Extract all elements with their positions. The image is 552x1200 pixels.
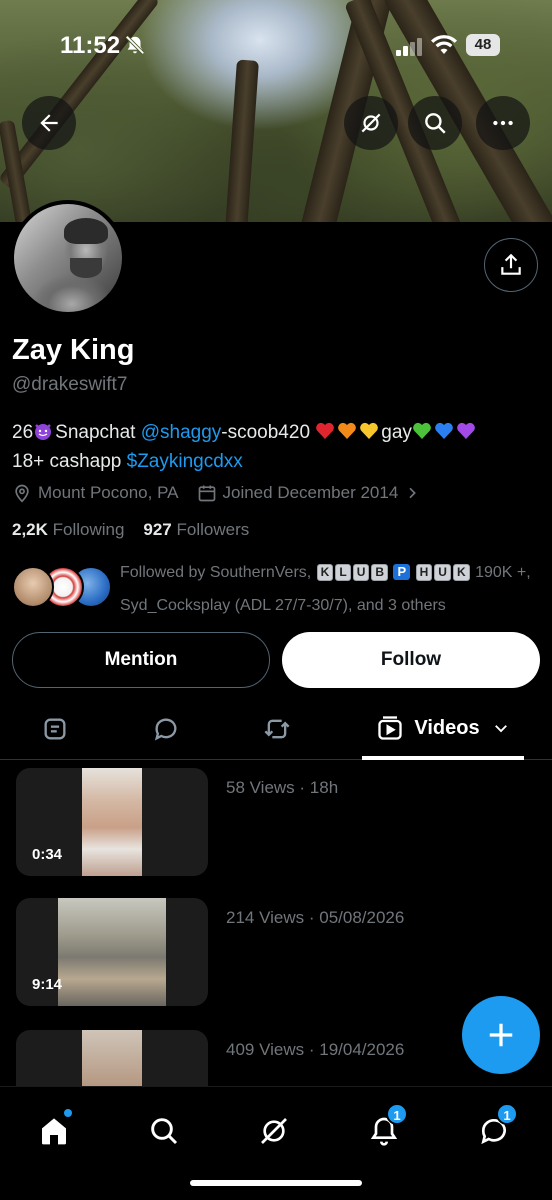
followers-label: Followers <box>176 520 250 539</box>
share-icon <box>501 253 521 275</box>
grok-icon <box>261 1118 287 1144</box>
grok-button[interactable] <box>344 96 398 150</box>
tab-posts[interactable] <box>25 700 85 758</box>
cellular-signal-icon <box>396 38 422 56</box>
red-heart-emoji-icon <box>316 422 335 439</box>
smiling-devil-emoji-icon <box>35 424 52 440</box>
follower-avatar <box>12 566 54 608</box>
p-letter: P <box>393 564 411 580</box>
nav-notifications[interactable]: 1 <box>354 1101 414 1161</box>
bio-gay: gay <box>381 422 412 443</box>
search-icon <box>425 113 446 134</box>
profile-joined-date[interactable]: Joined December 2014 <box>223 483 399 503</box>
followed-by-avatars[interactable] <box>12 566 112 610</box>
huk-letter: U <box>434 564 451 581</box>
share-button[interactable] <box>484 238 538 292</box>
video-meta: 214 Views · 05/08/2026 <box>226 908 405 927</box>
battery-indicator: 48 <box>466 34 500 56</box>
bio-snapchat-mention-link[interactable]: @shaggy <box>141 422 222 443</box>
green-heart-emoji-icon <box>413 422 431 439</box>
blue-heart-emoji-icon <box>435 422 453 439</box>
chevron-right-icon <box>409 487 417 499</box>
location-pin-icon <box>15 484 29 503</box>
nav-home[interactable] <box>24 1101 84 1161</box>
klub-letter: L <box>335 564 351 581</box>
video-list-item[interactable]: 9:14 214 Views · 05/08/2026 <box>16 898 536 1008</box>
following-count: 2,2K <box>12 520 48 539</box>
following-link[interactable]: 2,2K Following <box>12 520 124 539</box>
nav-grok[interactable] <box>244 1101 304 1161</box>
bio-cashapp-label: 18+ cashapp <box>12 451 122 472</box>
huk-letter: K <box>452 564 470 581</box>
yellow-heart-emoji-icon <box>360 422 379 439</box>
followed-by-prefix: Followed by SouthernVers, <box>120 564 312 581</box>
tab-videos-label: Videos <box>414 716 480 739</box>
nav-messages[interactable]: 1 <box>464 1101 524 1161</box>
profile-tabs: Videos <box>0 700 552 760</box>
status-bar: 11:52 48 <box>0 0 552 90</box>
profile-location: Mount Pocono, PA <box>38 483 179 502</box>
klub-letter: U <box>352 564 370 581</box>
more-options-button[interactable] <box>476 96 530 150</box>
home-notification-dot <box>64 1109 72 1117</box>
wifi-icon <box>431 35 457 54</box>
followers-count: 927 <box>143 520 172 539</box>
video-thumbnail[interactable]: 0:34 <box>16 768 208 876</box>
bio-snapchat-rest: -scoob420 <box>221 422 311 443</box>
messages-badge: 1 <box>496 1103 518 1125</box>
klub-letter: B <box>371 564 389 581</box>
repost-icon <box>264 719 290 739</box>
mention-button[interactable]: Mention <box>12 632 270 688</box>
following-label: Following <box>52 520 125 539</box>
video-thumbnail[interactable]: 9:14 <box>16 898 208 1006</box>
home-indicator <box>190 1180 362 1186</box>
video-meta: 409 Views · 19/04/2026 <box>226 1040 405 1059</box>
nav-search[interactable] <box>134 1101 194 1161</box>
video-duration: 0:34 <box>32 846 63 863</box>
profile-handle: @drakeswift7 <box>12 374 128 395</box>
orange-heart-emoji-icon <box>338 422 357 439</box>
video-icon <box>378 716 403 740</box>
compose-button[interactable] <box>462 996 540 1074</box>
profile-meta: Mount Pocono, PA Joined December 2014 <box>12 480 426 506</box>
notifications-badge: 1 <box>386 1103 408 1125</box>
arrow-left-icon <box>40 114 58 132</box>
back-button[interactable] <box>22 96 76 150</box>
profile-bio: 26 Snapchat @shaggy-scoob420 gay 18+ cash… <box>12 418 542 476</box>
bio-snapchat-label: Snapchat <box>55 422 136 443</box>
bell-slash-icon <box>125 35 145 55</box>
more-horizontal-icon <box>493 120 513 126</box>
home-icon <box>42 1118 66 1145</box>
followed-by-line2: Syd_Cocksplay (ADL 27/7-30/7), and 3 oth… <box>120 597 446 614</box>
followers-link[interactable]: 927 Followers <box>143 520 249 539</box>
video-meta: 58 Views · 18h <box>226 778 339 797</box>
klub-letter: K <box>316 564 334 581</box>
followed-by-suffix: 190K +, <box>475 564 531 581</box>
reply-bubble-icon <box>154 718 177 741</box>
follow-counts: 2,2K Following 927 Followers <box>12 520 249 540</box>
video-duration: 9:14 <box>32 976 63 993</box>
bio-age: 26 <box>12 422 34 443</box>
grok-icon <box>361 113 381 133</box>
video-list-item[interactable]: 0:34 58 Views · 18h <box>16 768 536 878</box>
tab-reposts[interactable] <box>247 700 307 758</box>
followed-by-text[interactable]: Followed by SouthernVers, KLUB P HUK 190… <box>120 556 540 622</box>
bio-cashapp-link[interactable]: $Zaykingcdxx <box>127 451 243 472</box>
posts-icon <box>44 718 66 740</box>
chevron-down-icon <box>494 725 507 733</box>
huk-letter: H <box>415 564 433 581</box>
tab-videos[interactable]: Videos <box>362 700 524 760</box>
plus-icon <box>489 1023 513 1047</box>
status-time: 11:52 <box>60 32 121 59</box>
profile-avatar[interactable] <box>10 200 126 316</box>
follow-button[interactable]: Follow <box>282 632 540 688</box>
search-button[interactable] <box>408 96 462 150</box>
profile-name: Zay King <box>12 334 135 366</box>
purple-heart-emoji-icon <box>457 422 475 439</box>
tab-replies[interactable] <box>136 700 196 758</box>
search-icon <box>151 1118 178 1145</box>
calendar-icon <box>198 485 215 502</box>
